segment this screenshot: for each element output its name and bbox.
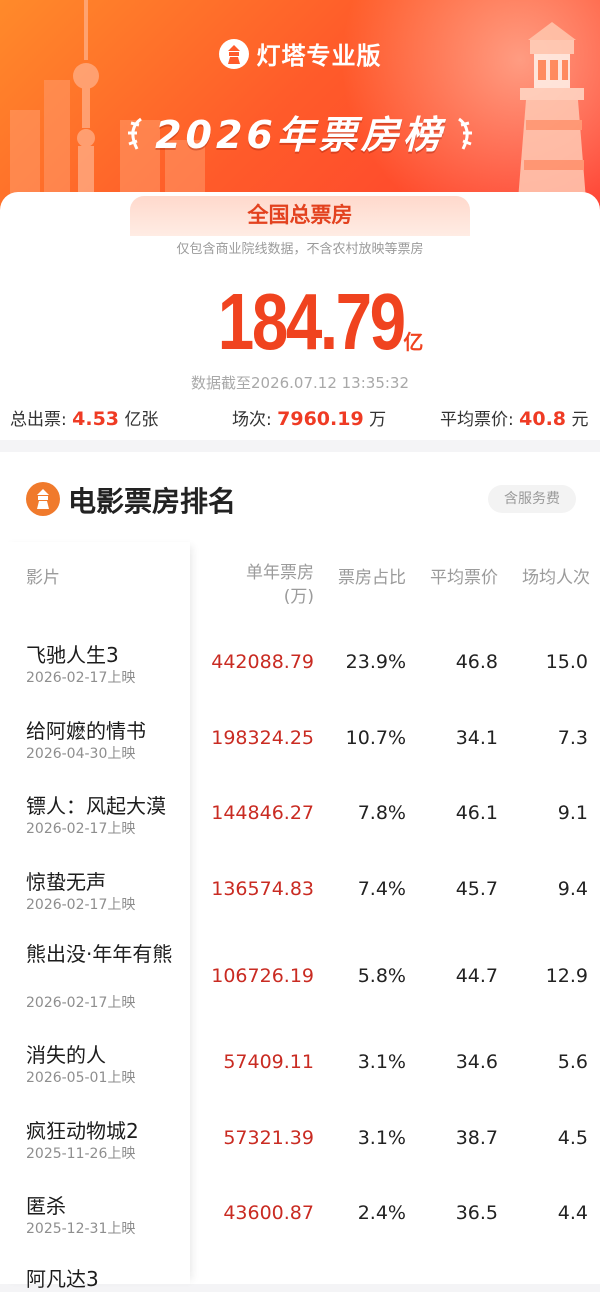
avg-attendance-value: 4.5 [557, 1127, 588, 1149]
left-laurel-icon [128, 117, 143, 150]
table-row[interactable]: 阿凡达3 [0, 0, 600, 1291]
column-header-box-office-unit: (万) [283, 587, 314, 607]
film-name: 消失的人 [26, 1043, 106, 1067]
page-title: 2026年票房榜 [155, 113, 445, 157]
release-date: 2026-05-01上映 [26, 1070, 136, 1086]
release-date: 2025-11-26上映 [26, 1146, 136, 1162]
release-date: 2026-02-17上映 [26, 670, 136, 686]
box-office-value: 43600.87 [223, 1202, 314, 1224]
column-header-film[interactable]: 影片 [26, 563, 60, 588]
box-office-value: 442088.79 [211, 651, 314, 673]
column-header-box-office-label: 单年票房 [246, 563, 314, 583]
ranking-title: 电影票房排名 [68, 485, 237, 518]
share-value: 23.9% [345, 651, 406, 673]
avg-price-value: 46.1 [455, 802, 498, 824]
service-fee-toggle[interactable]: 含服务费 [488, 485, 576, 513]
stat-label: 总出票: [10, 410, 67, 430]
release-date: 2026-02-17上映 [26, 995, 136, 1011]
avg-attendance-value: 9.4 [557, 878, 588, 900]
film-name: 给阿嬷的情书 [26, 719, 146, 743]
stat-avg-price: 平均票价: 40.8 元 [440, 405, 588, 430]
stat-unit: 元 [571, 410, 589, 430]
stat-unit: 亿张 [124, 410, 159, 430]
avg-price-value: 34.6 [455, 1051, 498, 1073]
film-name: 镖人：风起大漠 [26, 794, 166, 818]
film-name: 飞驰人生3 [26, 643, 119, 667]
box-office-value: 106726.19 [211, 965, 314, 987]
box-office-value: 198324.25 [211, 727, 314, 749]
column-header-box-office[interactable]: 单年票房 (万) [216, 561, 314, 609]
box-office-value: 57321.39 [223, 1127, 314, 1149]
avg-price-value: 36.5 [455, 1202, 498, 1224]
page-title-row: 2026年票房榜 [0, 104, 600, 159]
tab-national-total[interactable]: 全国总票房 [130, 196, 470, 236]
total-box-office-unit: 亿 [403, 330, 424, 354]
column-header-avg-attendance[interactable]: 场均人次 [500, 563, 590, 588]
stat-total-tickets: 总出票: 4.53 亿张 [10, 405, 158, 430]
share-value: 10.7% [345, 727, 406, 749]
stat-value: 4.53 [72, 408, 120, 430]
column-header-share[interactable]: 票房占比 [320, 563, 406, 588]
release-date: 2026-02-17上映 [26, 897, 136, 913]
avg-attendance-value: 15.0 [545, 651, 588, 673]
share-value: 5.8% [357, 965, 406, 987]
share-value: 3.1% [357, 1127, 406, 1149]
share-value: 2.4% [357, 1202, 406, 1224]
avg-price-value: 46.8 [455, 651, 498, 673]
lighthouse-badge-icon [26, 482, 60, 516]
film-name: 熊出没·年年有熊 [26, 942, 173, 966]
stat-value: 40.8 [519, 408, 567, 430]
total-box-office: 184.79亿 [0, 276, 600, 368]
box-office-value: 144846.27 [211, 802, 314, 824]
share-value: 3.1% [357, 1051, 406, 1073]
stat-label: 场次: [232, 410, 272, 430]
right-laurel-icon [457, 117, 472, 150]
avg-attendance-value: 4.4 [557, 1202, 588, 1224]
avg-attendance-value: 12.9 [545, 965, 588, 987]
ranking-header: 电影票房排名 [26, 480, 236, 520]
film-name: 惊蛰无声 [26, 870, 106, 894]
stat-unit: 万 [369, 410, 387, 430]
stat-shows: 场次: 7960.19 万 [232, 405, 386, 430]
film-name: 疯狂动物城2 [26, 1119, 139, 1143]
box-office-value: 136574.83 [211, 878, 314, 900]
data-timestamp: 数据截至2026.07.12 13:35:32 [190, 374, 410, 392]
stat-label: 平均票价: [440, 410, 514, 430]
avg-attendance-value: 9.1 [557, 802, 588, 824]
column-header-avg-price[interactable]: 平均票价 [412, 563, 498, 588]
box-office-value: 57409.11 [223, 1051, 314, 1073]
stat-value: 7960.19 [277, 408, 364, 430]
total-box-office-value: 184.79 [217, 277, 405, 366]
release-date: 2026-04-30上映 [26, 746, 136, 762]
release-date: 2025-12-31上映 [26, 1221, 136, 1237]
film-name: 阿凡达3 [26, 1267, 99, 1291]
avg-price-value: 44.7 [455, 965, 498, 987]
avg-attendance-value: 7.3 [557, 727, 588, 749]
avg-price-value: 45.7 [455, 878, 498, 900]
release-date: 2026-02-17上映 [26, 821, 136, 837]
avg-attendance-value: 5.6 [557, 1051, 588, 1073]
data-scope-note: 仅包含商业院线数据，不含农村放映等票房 [176, 242, 424, 257]
avg-price-value: 38.7 [455, 1127, 498, 1149]
share-value: 7.4% [357, 878, 406, 900]
film-name: 匿杀 [26, 1194, 66, 1218]
avg-price-value: 34.1 [455, 727, 498, 749]
share-value: 7.8% [357, 802, 406, 824]
